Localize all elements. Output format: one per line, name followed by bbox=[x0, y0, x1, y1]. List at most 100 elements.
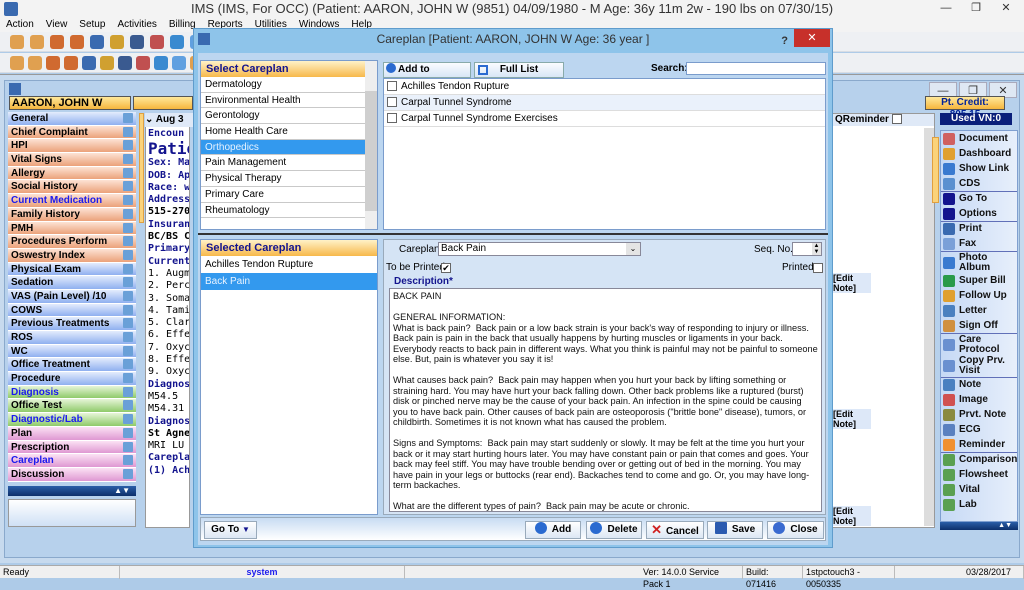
nav-item-wc[interactable]: WC bbox=[8, 344, 136, 359]
full-list-button[interactable]: Full List bbox=[474, 62, 564, 78]
nav-item-procedure[interactable]: Procedure bbox=[8, 372, 136, 386]
toolbar-tool-icon[interactable] bbox=[136, 56, 150, 70]
help-button[interactable]: ? bbox=[781, 31, 788, 51]
edit-note-icon[interactable] bbox=[123, 414, 133, 425]
right-collapse-handle[interactable] bbox=[932, 137, 939, 203]
sidebar-item-note[interactable]: Note bbox=[941, 377, 1017, 392]
careplan-checkbox[interactable] bbox=[387, 97, 397, 108]
toolbar-tool-icon[interactable] bbox=[10, 56, 24, 70]
toolbar-tool-icon[interactable] bbox=[30, 35, 44, 49]
category-item[interactable]: Gerontology bbox=[201, 108, 365, 125]
nav-item-previous-treatments[interactable]: Previous Treatments bbox=[8, 317, 136, 331]
edit-note-icon[interactable] bbox=[123, 277, 133, 288]
edit-note-link[interactable]: [Edit Note] bbox=[831, 506, 871, 526]
sidebar-item-super-bill[interactable]: Super Bill bbox=[941, 273, 1017, 288]
edit-note-icon[interactable] bbox=[123, 400, 133, 411]
sidebar-item-flowsheet[interactable]: Flowsheet bbox=[941, 467, 1017, 482]
splitter[interactable] bbox=[198, 233, 828, 235]
careplan-list-item[interactable]: Achilles Tendon Rupture bbox=[384, 79, 825, 95]
careplan-select[interactable]: Back Pain ⌄ bbox=[438, 242, 641, 256]
right-scroll-arrows[interactable]: ▲▼ bbox=[940, 522, 1018, 530]
sidebar-item-dashboard[interactable]: Dashboard bbox=[941, 146, 1017, 161]
edit-note-icon[interactable] bbox=[123, 181, 133, 192]
close-window-button[interactable]: ✕ bbox=[992, 0, 1020, 16]
toolbar-tool-icon[interactable] bbox=[28, 56, 42, 70]
sidebar-item-document[interactable]: Document bbox=[941, 131, 1017, 146]
careplan-checkbox[interactable] bbox=[387, 113, 397, 124]
chevron-down-icon[interactable]: ⌄ bbox=[626, 243, 640, 255]
sidebar-item-go-to[interactable]: Go To bbox=[941, 191, 1017, 206]
edit-note-icon[interactable] bbox=[123, 249, 133, 260]
edit-note-icon[interactable] bbox=[123, 263, 133, 274]
toolbar-tool-icon[interactable] bbox=[172, 56, 186, 70]
menu-setup[interactable]: Setup bbox=[73, 18, 111, 32]
spin-arrows-icon[interactable]: ▲ ▼ bbox=[812, 243, 821, 255]
expand-icon[interactable]: ⌄ bbox=[145, 114, 156, 125]
edit-note-icon[interactable] bbox=[123, 167, 133, 178]
toolbar-tool-icon[interactable] bbox=[64, 56, 78, 70]
nav-item-careplan[interactable]: Careplan bbox=[8, 454, 136, 468]
description-textarea[interactable]: BACK PAIN GENERAL INFORMATION: What is b… bbox=[389, 288, 822, 512]
menu-activities[interactable]: Activities bbox=[111, 18, 162, 32]
delete-button[interactable]: Delete bbox=[586, 521, 642, 539]
edit-note-icon[interactable] bbox=[123, 318, 133, 329]
sidebar-item-photo-album[interactable]: Photo Album bbox=[941, 251, 1017, 273]
sidebar-item-options[interactable]: Options bbox=[941, 206, 1017, 221]
toolbar-tool-icon[interactable] bbox=[130, 35, 144, 49]
nav-item-diagnosis[interactable]: Diagnosis bbox=[8, 385, 136, 400]
save-button[interactable]: Save bbox=[707, 521, 763, 539]
edit-note-icon[interactable] bbox=[123, 441, 133, 452]
edit-note-icon[interactable] bbox=[123, 386, 133, 397]
seq-no-stepper[interactable]: ▲ ▼ bbox=[792, 242, 822, 256]
toolbar-tool-icon[interactable] bbox=[150, 35, 164, 49]
sidebar-item-comparison[interactable]: Comparison bbox=[941, 452, 1017, 467]
edit-note-link[interactable]: [Edit Note] bbox=[831, 273, 871, 293]
careplan-list-item[interactable]: Carpal Tunnel Syndrome Exercises bbox=[384, 111, 825, 127]
edit-note-icon[interactable] bbox=[123, 208, 133, 219]
category-item[interactable]: Rheumatology bbox=[201, 203, 365, 219]
nav-item-sedation[interactable]: Sedation bbox=[8, 276, 136, 290]
nav-item-allergy[interactable]: Allergy bbox=[8, 166, 136, 181]
edit-note-icon[interactable] bbox=[123, 332, 133, 342]
toolbar-tool-icon[interactable] bbox=[154, 56, 168, 70]
edit-note-icon[interactable] bbox=[123, 126, 133, 137]
nav-item-family-history[interactable]: Family History bbox=[8, 207, 136, 222]
close-button[interactable]: Close bbox=[767, 521, 824, 539]
nav-item-social-history[interactable]: Social History bbox=[8, 180, 136, 195]
category-item[interactable]: Home Health Care bbox=[201, 124, 365, 140]
toolbar-tool-icon[interactable] bbox=[170, 35, 184, 49]
selected-careplan-item[interactable]: Achilles Tendon Rupture bbox=[201, 256, 377, 273]
sidebar-item-copy-prv-visit[interactable]: Copy Prv. Visit bbox=[941, 355, 1017, 377]
qreminder-checkbox[interactable] bbox=[891, 114, 902, 125]
nav-item-vital-signs[interactable]: Vital Signs bbox=[8, 153, 136, 167]
sidebar-item-fax[interactable]: Fax bbox=[941, 236, 1017, 251]
toolbar-tool-icon[interactable] bbox=[118, 56, 132, 70]
sidebar-item-letter[interactable]: Letter bbox=[941, 303, 1017, 318]
edit-note-icon[interactable] bbox=[123, 195, 133, 206]
to-be-printed-checkbox[interactable]: ✔ bbox=[441, 263, 451, 273]
toolbar-tool-icon[interactable] bbox=[46, 56, 60, 70]
edit-note-icon[interactable] bbox=[123, 236, 133, 247]
sidebar-item-prvt-note[interactable]: Prvt. Note bbox=[941, 407, 1017, 422]
nav-item-discussion[interactable]: Discussion bbox=[8, 467, 136, 482]
nav-scroll-arrows[interactable]: ▲▼ bbox=[8, 486, 136, 496]
careplan-checkbox[interactable] bbox=[387, 81, 397, 92]
sidebar-item-ecg[interactable]: ECG bbox=[941, 422, 1017, 437]
careplan-list-item[interactable]: Carpal Tunnel Syndrome bbox=[384, 95, 825, 111]
edit-note-icon[interactable] bbox=[123, 140, 133, 151]
nav-item-prescription[interactable]: Prescription bbox=[8, 440, 136, 455]
menu-action[interactable]: Action bbox=[0, 18, 40, 32]
nav-item-chief-complaint[interactable]: Chief Complaint bbox=[8, 125, 136, 140]
toolbar-tool-icon[interactable] bbox=[70, 35, 84, 49]
edit-note-icon[interactable] bbox=[123, 427, 133, 438]
edit-note-icon[interactable] bbox=[123, 222, 133, 233]
add-to-careplan-button[interactable]: Add to Careplan bbox=[383, 62, 471, 89]
menu-view[interactable]: View bbox=[40, 18, 74, 32]
sidebar-item-print[interactable]: Print bbox=[941, 221, 1017, 236]
sidebar-item-cds[interactable]: CDS bbox=[941, 176, 1017, 191]
dialog-close-button[interactable]: ✕ bbox=[794, 29, 830, 47]
edit-note-icon[interactable] bbox=[123, 304, 133, 315]
edit-note-icon[interactable] bbox=[123, 455, 133, 466]
nav-item-procedures-perform[interactable]: Procedures Perform bbox=[8, 235, 136, 249]
nav-item-physical-exam[interactable]: Physical Exam bbox=[8, 262, 136, 277]
